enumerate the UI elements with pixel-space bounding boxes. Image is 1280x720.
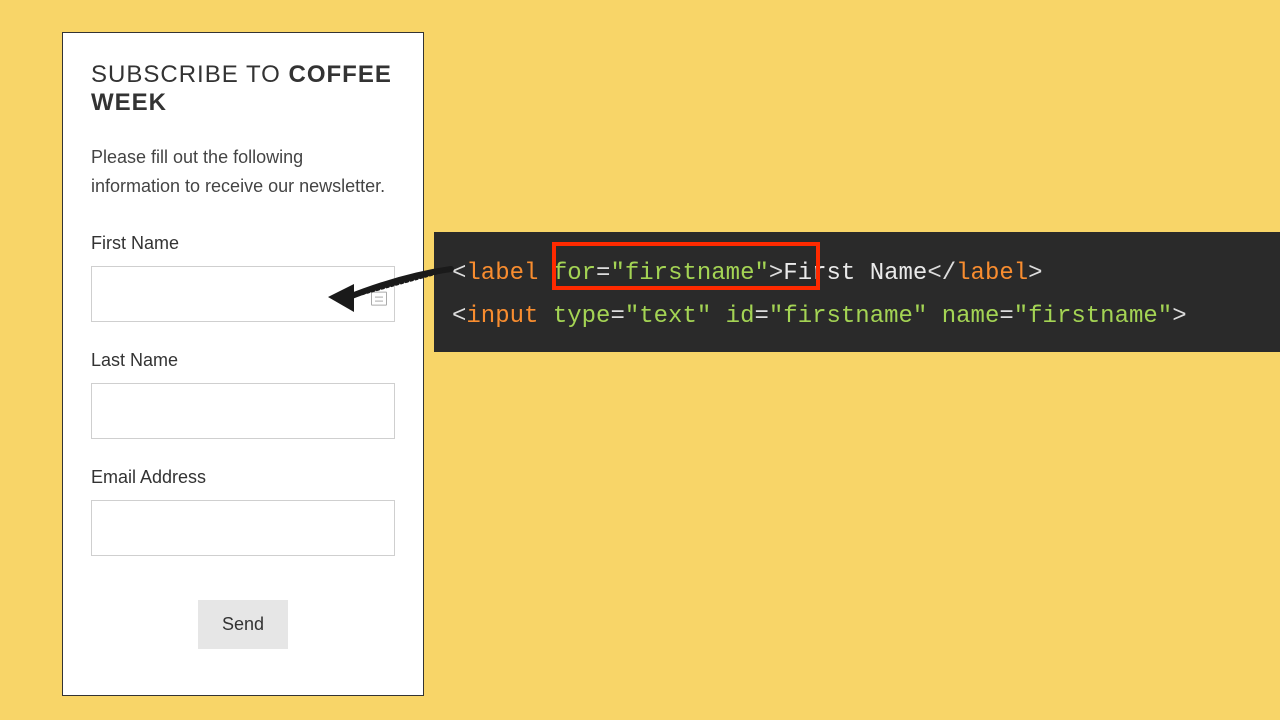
code-token-val: " <box>754 260 768 287</box>
code-token: = <box>610 303 624 330</box>
first-name-input-wrap <box>91 266 395 334</box>
code-token-val: text <box>639 303 697 330</box>
code-token-val: " <box>625 303 639 330</box>
code-token-attr: name <box>942 303 1000 330</box>
code-token-text: First Name <box>783 260 927 287</box>
code-token-attr: for <box>553 260 596 287</box>
code-token <box>927 303 941 330</box>
code-token: = <box>999 303 1013 330</box>
heading-prefix: Subscribe to <box>91 61 289 88</box>
code-token-tag: input <box>466 303 538 330</box>
code-token-val: " <box>610 260 624 287</box>
code-token: > <box>1028 260 1042 287</box>
code-token-val: " <box>1158 303 1172 330</box>
code-token <box>711 303 725 330</box>
code-token-val: " <box>769 303 783 330</box>
first-name-label: First Name <box>91 233 395 254</box>
subscribe-form-card: Subscribe to Coffee Week Please fill out… <box>62 32 424 696</box>
code-token: = <box>754 303 768 330</box>
code-token-tag: label <box>466 260 538 287</box>
code-token-val: " <box>697 303 711 330</box>
code-line-1: <label for="firstname">First Name</label… <box>452 252 1262 295</box>
code-token: < <box>452 260 466 287</box>
code-token-attr: type <box>553 303 611 330</box>
email-input[interactable] <box>91 500 395 556</box>
code-token <box>538 260 552 287</box>
last-name-label: Last Name <box>91 350 395 371</box>
code-line-2: <input type="text" id="firstname" name="… <box>452 295 1262 338</box>
last-name-input[interactable] <box>91 383 395 439</box>
code-token-attr: id <box>726 303 755 330</box>
code-token <box>538 303 552 330</box>
code-token-val: firstname <box>1028 303 1158 330</box>
form-intro-text: Please fill out the following informatio… <box>91 143 395 201</box>
code-token: > <box>1172 303 1186 330</box>
code-token-tag: label <box>956 260 1028 287</box>
code-token: </ <box>927 260 956 287</box>
send-button[interactable]: Send <box>198 600 288 649</box>
code-token-val: firstname <box>625 260 755 287</box>
code-token-val: " <box>1014 303 1028 330</box>
code-token: = <box>596 260 610 287</box>
email-label: Email Address <box>91 467 395 488</box>
code-snippet: <label for="firstname">First Name</label… <box>434 232 1280 352</box>
code-token: < <box>452 303 466 330</box>
code-token: > <box>769 260 783 287</box>
code-token-val: " <box>913 303 927 330</box>
first-name-input[interactable] <box>91 266 395 322</box>
code-token-val: firstname <box>783 303 913 330</box>
form-heading: Subscribe to Coffee Week <box>91 61 395 117</box>
